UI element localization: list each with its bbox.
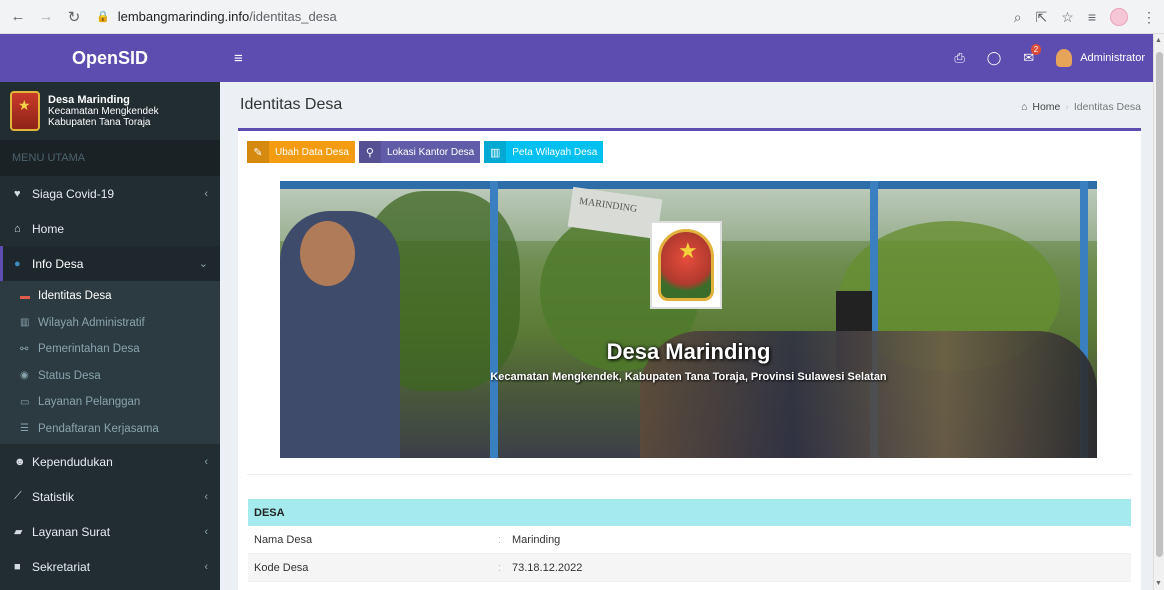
banner-title: Desa Marinding [606, 339, 771, 364]
zoom-icon[interactable]: ⌕ [1014, 9, 1022, 26]
submenu-status-desa[interactable]: ◉ Status Desa [0, 363, 220, 390]
url-path: /identitas_desa [249, 9, 337, 24]
district-name: Kecamatan Mengkendek [48, 105, 159, 117]
sidebar-item-info-desa[interactable]: ● Info Desa ⌄ [0, 246, 220, 281]
breadcrumb: ⌂ Home › Identitas Desa [1021, 101, 1141, 113]
edit-village-button[interactable]: ✎ Ubah Data Desa [247, 141, 355, 163]
sitemap-icon: ⚯ [20, 343, 29, 355]
chevron-down-icon: ⌄ [198, 258, 208, 270]
breadcrumb-home[interactable]: Home [1032, 101, 1060, 113]
breadcrumb-separator: › [1065, 101, 1069, 113]
submenu-wilayah-administratif[interactable]: ▥ Wilayah Administratif [0, 310, 220, 337]
reading-list-icon[interactable]: ≡ [1088, 9, 1096, 25]
row-value: 73.18.12.2022 [512, 561, 583, 574]
chevron-left-icon: ‹ [204, 560, 208, 573]
village-panel: Desa Marinding Kecamatan Mengkendek Kabu… [0, 82, 220, 140]
book-icon: ▰ [14, 526, 23, 538]
url-domain: lembangmarinding.info [117, 9, 250, 24]
forward-icon[interactable]: → [38, 8, 54, 25]
sidebar-item-sekretariat[interactable]: ■ Sekretariat ‹ [0, 549, 220, 584]
scroll-down-icon[interactable]: ▼ [1155, 580, 1162, 587]
line-chart-icon: ⟋ [14, 490, 22, 502]
profile-avatar[interactable] [1110, 8, 1128, 26]
map-icon: ▥ [20, 317, 30, 329]
identity-box: ✎ Ubah Data Desa ⚲ Lokasi Kantor Desa ▥ … [238, 128, 1141, 590]
breadcrumb-current: Identitas Desa [1073, 101, 1141, 113]
row-label: Kode Desa [254, 561, 309, 574]
users-icon: ☻ [14, 455, 26, 468]
menu-header: MENU UTAMA [0, 140, 220, 176]
submenu-identitas-desa[interactable]: ▬ Identitas Desa [0, 283, 220, 310]
top-navbar: ≡ ⎙ ◯ ✉ 2 Administrator [220, 34, 1153, 82]
edit-icon: ✎ [247, 141, 269, 163]
chevron-left-icon: ‹ [204, 490, 208, 503]
globe-icon: ● [14, 257, 21, 270]
list-icon: ☰ [20, 423, 29, 435]
regency-name: Kabupaten Tana Toraja [48, 116, 151, 128]
print-icon[interactable]: ⎙ [954, 50, 964, 66]
user-avatar [1056, 49, 1073, 67]
heartbeat-icon: ♥ [14, 187, 21, 200]
address-bar[interactable]: 🔒 lembangmarinding.info/identitas_desa [96, 9, 337, 24]
sidebar-item-kependudukan[interactable]: ☻ Kependudukan ‹ [0, 444, 220, 479]
divider [247, 474, 1132, 475]
user-menu[interactable]: Administrator [1056, 49, 1145, 67]
notification-badge: 2 [1030, 44, 1042, 55]
office-location-button[interactable]: ⚲ Lokasi Kantor Desa [358, 141, 481, 163]
info-desa-submenu: ▬ Identitas Desa ▥ Wilayah Administratif… [0, 281, 220, 444]
submenu-pemerintahan-desa[interactable]: ⚯ Pemerintahan Desa [0, 336, 220, 363]
chevron-left-icon: ‹ [204, 455, 208, 468]
sidebar-toggle-icon[interactable]: ≡ [220, 50, 243, 67]
lock-icon: 🔒 [96, 11, 110, 23]
section-header-desa: DESA [248, 499, 1131, 526]
comment-icon[interactable]: ◯ [987, 50, 1002, 66]
submenu-pendaftaran-kerjasama[interactable]: ☰ Pendaftaran Kerjasama [0, 416, 220, 443]
village-crest-icon [650, 221, 722, 309]
inbox-button[interactable]: ✉ 2 [1023, 44, 1042, 66]
home-icon: ⌂ [14, 222, 21, 235]
credit-card-icon: ▭ [20, 396, 30, 408]
table-row: Kode Desa : 73.18.12.2022 [248, 554, 1131, 582]
village-emblem-icon [10, 91, 40, 131]
share-icon[interactable]: ⇱ [1036, 9, 1048, 26]
browser-menu-icon[interactable]: ⋮ [1142, 9, 1156, 26]
browser-toolbar: ← → ↻ 🔒 lembangmarinding.info/identitas_… [0, 0, 1164, 34]
row-value: Marinding [512, 533, 561, 546]
star-icon[interactable]: ☆ [1061, 9, 1074, 26]
back-icon[interactable]: ← [10, 8, 26, 25]
sidebar-item-statistik[interactable]: ⟋ Statistik ‹ [0, 479, 220, 514]
sidebar: OpenSID Desa Marinding Kecamatan Mengken… [0, 34, 220, 590]
village-map-button[interactable]: ▥ Peta Wilayah Desa [484, 141, 604, 163]
user-name: Administrator [1080, 52, 1145, 64]
app-logo[interactable]: OpenSID [0, 34, 220, 82]
row-label: Nama Desa [254, 533, 313, 546]
action-buttons: ✎ Ubah Data Desa ⚲ Lokasi Kantor Desa ▥ … [247, 141, 604, 163]
chevron-left-icon: ‹ [204, 525, 208, 538]
submenu-layanan-pelanggan[interactable]: ▭ Layanan Pelanggan [0, 389, 220, 416]
page-scrollbar[interactable]: ▲ ▼ [1153, 34, 1164, 590]
banner-subtitle: Kecamatan Mengkendek, Kabupaten Tana Tor… [490, 371, 887, 383]
sidebar-item-layanan-surat[interactable]: ▰ Layanan Surat ‹ [0, 514, 220, 549]
sidebar-item-siaga-covid[interactable]: ♥ Siaga Covid-19 ‹ [0, 176, 220, 211]
chevron-left-icon: ‹ [204, 187, 208, 200]
village-name: Desa Marinding [48, 93, 130, 106]
scrollbar-thumb[interactable] [1156, 52, 1163, 557]
home-icon: ⌂ [1021, 101, 1028, 113]
archive-icon: ■ [14, 560, 21, 573]
id-card-icon: ▬ [20, 290, 30, 302]
page-title: Identitas Desa [240, 96, 343, 113]
map-icon: ▥ [484, 141, 507, 163]
reload-icon[interactable]: ↻ [66, 8, 82, 26]
map-marker-icon: ⚲ [358, 141, 381, 163]
content-header: Identitas Desa ⌂ Home › Identitas Desa [220, 82, 1153, 128]
scroll-up-icon[interactable]: ▲ [1155, 37, 1162, 44]
dot-circle-icon: ◉ [20, 370, 29, 382]
sidebar-item-home[interactable]: ⌂ Home [0, 211, 220, 246]
village-banner: MARINDING Desa Marinding Kecamatan Mengk… [280, 181, 1097, 458]
table-row: Nama Desa : Marinding [248, 526, 1131, 554]
